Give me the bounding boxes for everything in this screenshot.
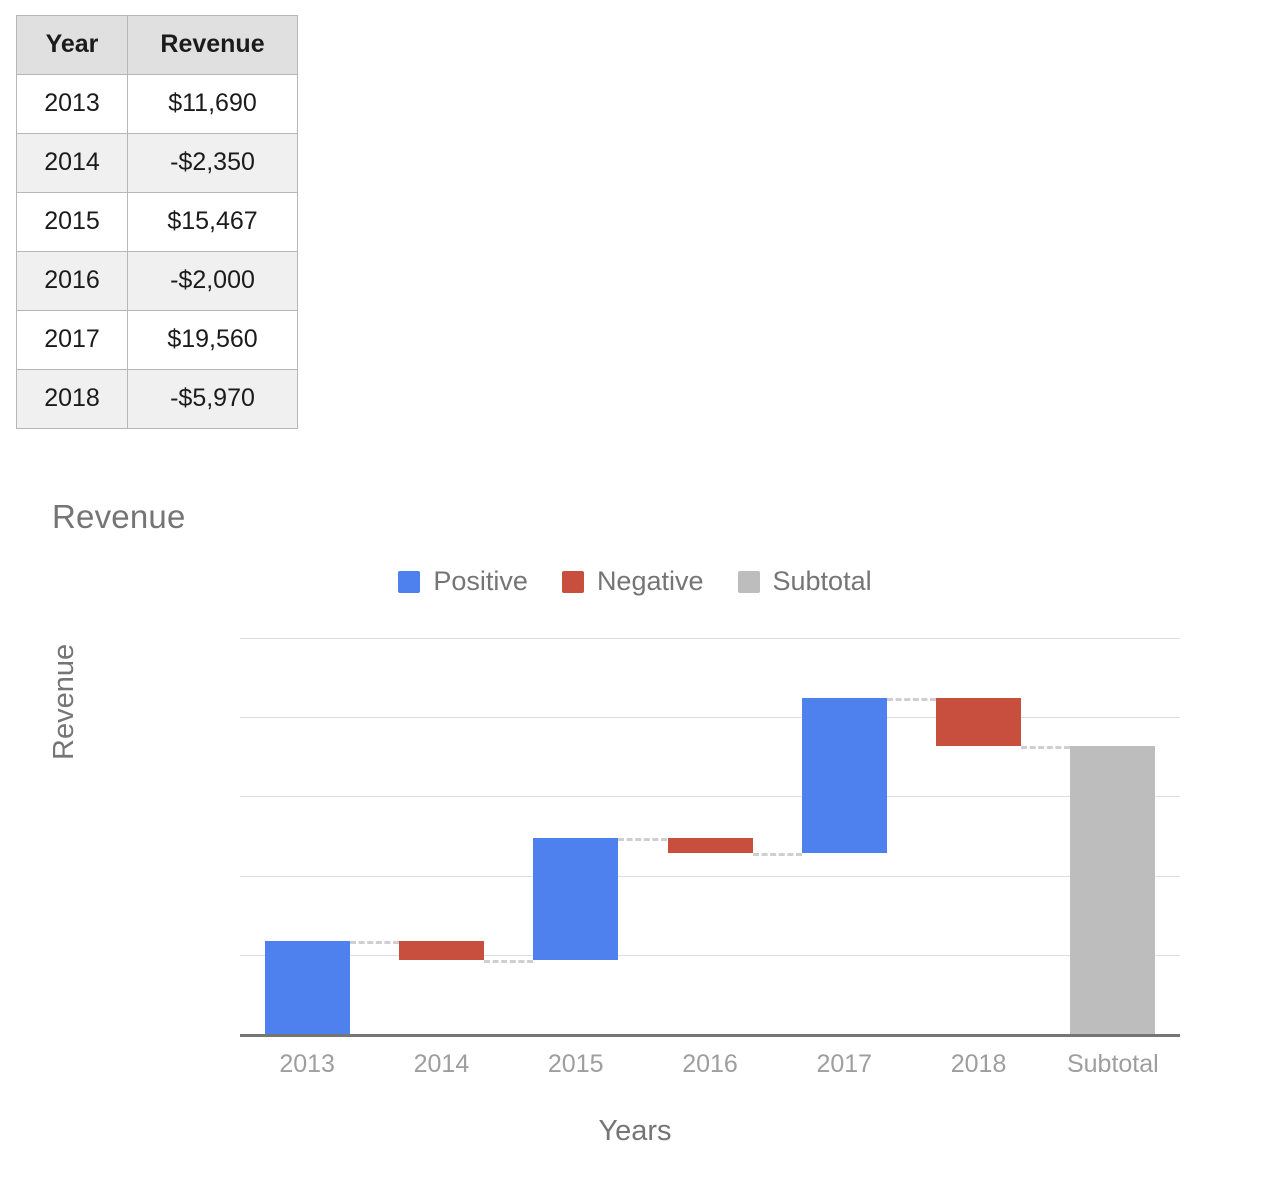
gridlines-layer: $0$10,000$20,000$30,000$40,000$50,000: [240, 638, 1180, 1035]
column-header-revenue: Revenue: [127, 15, 298, 75]
cell-year: 2016: [16, 251, 128, 311]
cell-year: 2014: [16, 133, 128, 193]
gridline: [240, 717, 1180, 719]
legend-label-subtotal: Subtotal: [772, 566, 872, 596]
x-axis-line: [240, 1034, 1180, 1037]
waterfall-connector: [886, 698, 937, 702]
legend-item-positive[interactable]: Positive: [398, 566, 528, 597]
bar-2014[interactable]: [398, 941, 484, 961]
waterfall-connector: [1021, 745, 1071, 749]
x-axis-tick-label: Subtotal: [1066, 1050, 1159, 1078]
table-row: 2017 $19,560: [16, 310, 298, 370]
waterfall-chart: Revenue Positive Negative Subtotal Reven…: [0, 470, 1270, 1170]
revenue-data-table: Year Revenue 2013 $11,690 2014 -$2,350 2…: [16, 15, 298, 429]
waterfall-connector: [349, 941, 399, 945]
legend-item-subtotal[interactable]: Subtotal: [737, 566, 872, 597]
cell-year: 2017: [16, 310, 128, 370]
bar-2018[interactable]: [936, 698, 1022, 746]
bar-2016[interactable]: [667, 837, 753, 854]
table-row: 2014 -$2,350: [16, 133, 298, 193]
cell-year: 2015: [16, 192, 128, 252]
gridline: [240, 638, 1180, 639]
cell-revenue: -$2,350: [127, 133, 298, 193]
cell-revenue: -$5,970: [127, 369, 298, 429]
cell-year: 2013: [16, 74, 128, 134]
x-axis-tick-label: 2018: [950, 1050, 1007, 1078]
x-axis-title: Years: [598, 1115, 672, 1147]
cell-revenue: -$2,000: [127, 251, 298, 311]
revenue-data-table-container: Year Revenue 2013 $11,690 2014 -$2,350 2…: [16, 15, 298, 429]
legend-swatch-positive: [398, 570, 421, 593]
legend-item-negative[interactable]: Negative: [561, 566, 704, 597]
legend-swatch-subtotal: [737, 570, 760, 593]
table-row: 2015 $15,467: [16, 192, 298, 252]
bar-2017[interactable]: [801, 698, 887, 854]
x-axis-tick-label: 2017: [816, 1050, 873, 1078]
bar-subtotal[interactable]: [1070, 745, 1156, 1034]
legend-label-negative: Negative: [596, 566, 704, 596]
legend-label-positive: Positive: [433, 566, 528, 596]
chart-title: Revenue: [52, 498, 186, 535]
x-axis-tick-label: 2014: [413, 1050, 470, 1078]
table-body: 2013 $11,690 2014 -$2,350 2015 $15,467 2…: [16, 74, 298, 429]
cell-revenue: $15,467: [127, 192, 298, 252]
waterfall-connector: [752, 853, 802, 857]
bar-2015[interactable]: [533, 837, 619, 960]
x-axis-tick-label: 2015: [547, 1050, 604, 1078]
waterfall-connector: [483, 960, 534, 964]
legend-swatch-negative: [561, 570, 584, 593]
y-axis-title: Revenue: [48, 643, 80, 760]
plot-area: $0$10,000$20,000$30,000$40,000$50,000 20…: [240, 638, 1180, 1078]
x-axis-tick-label: 2013: [279, 1050, 335, 1078]
table-row: 2016 -$2,000: [16, 251, 298, 311]
gridline: [240, 954, 1180, 956]
gridline: [240, 875, 1180, 877]
gridline: [240, 796, 1180, 798]
x-axis-tick-label: 2016: [682, 1050, 738, 1078]
table-row: 2018 -$5,970: [16, 369, 298, 429]
bar-2013[interactable]: [264, 941, 350, 1034]
cell-revenue: $19,560: [127, 310, 298, 370]
cell-year: 2018: [16, 369, 128, 429]
table-row: 2013 $11,690: [16, 74, 298, 134]
column-header-year: Year: [16, 15, 128, 75]
cell-revenue: $11,690: [127, 74, 298, 134]
table-header-row: Year Revenue: [16, 15, 298, 75]
chart-legend: Positive Negative Subtotal: [0, 566, 1270, 597]
waterfall-connector: [618, 837, 668, 841]
